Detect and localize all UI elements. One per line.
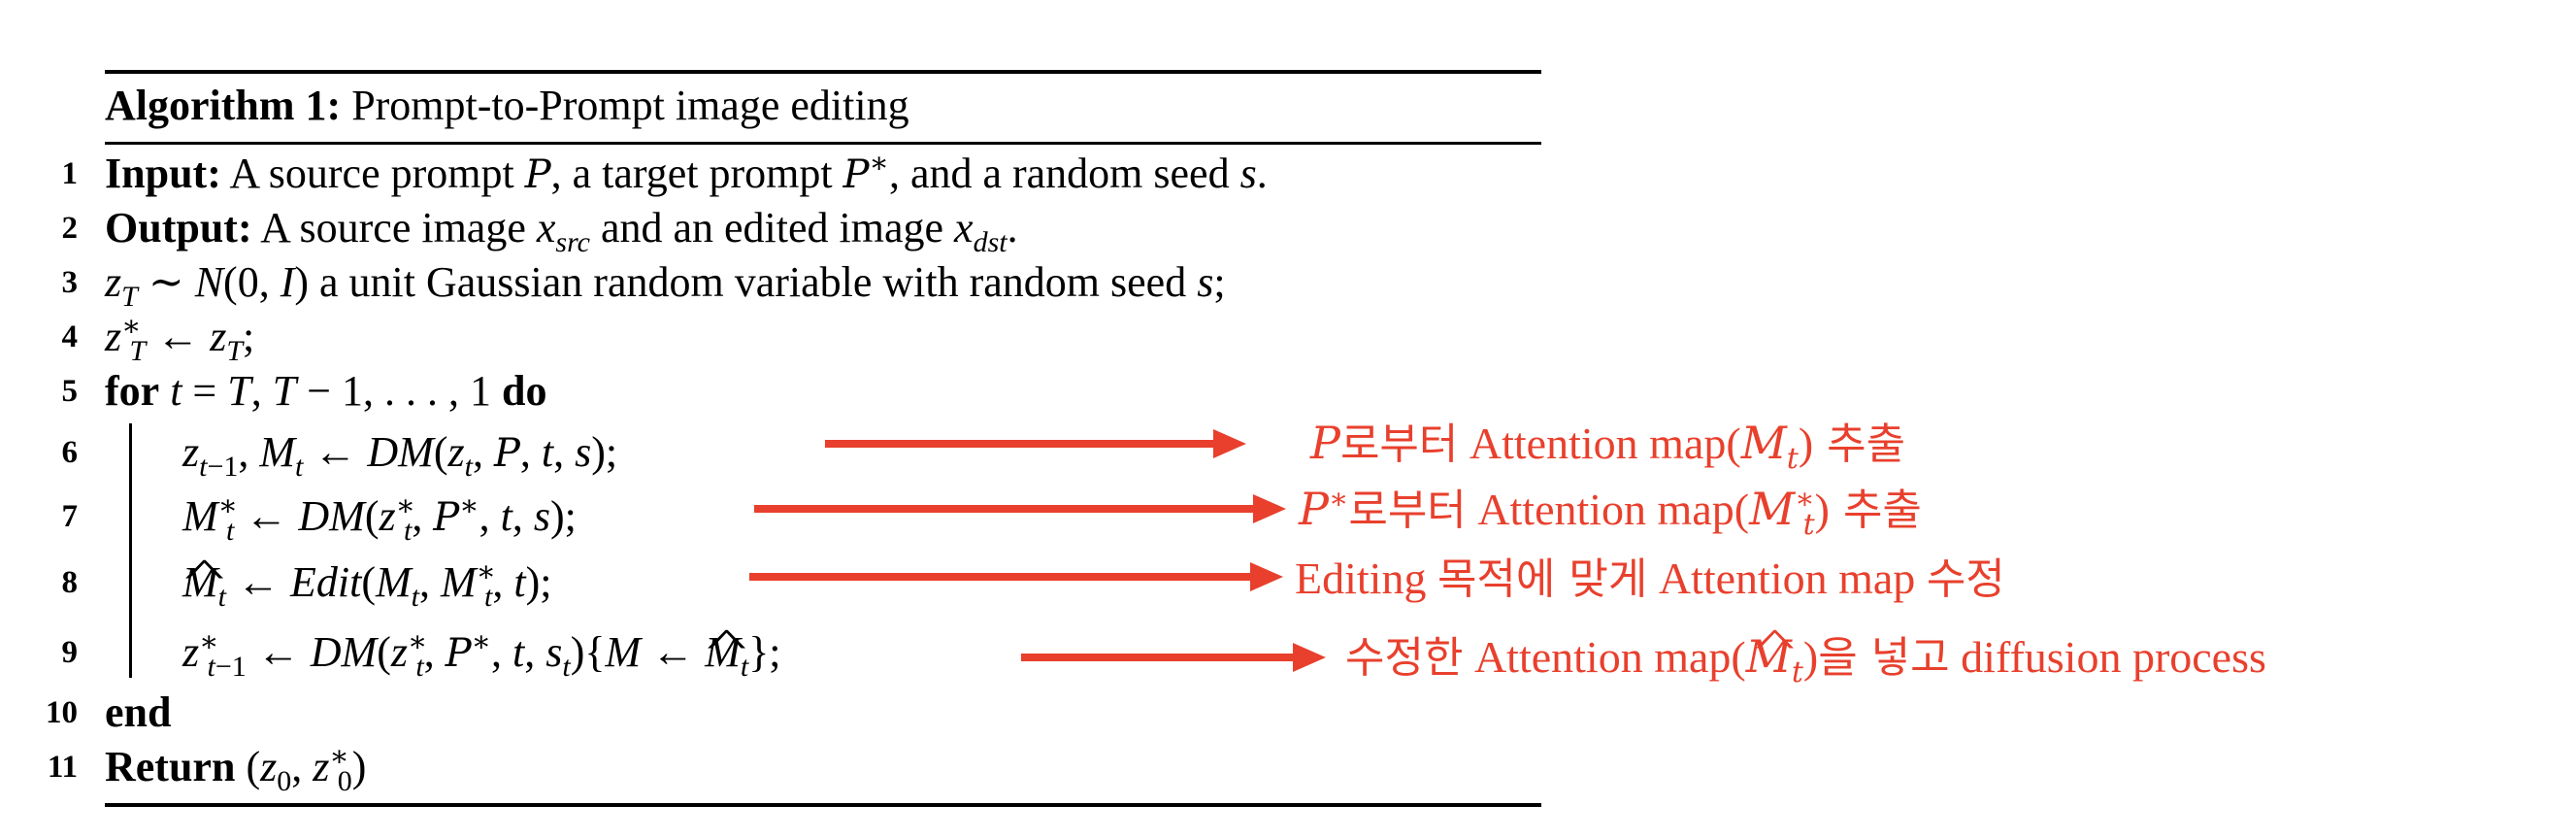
line-number: 1 <box>61 156 79 191</box>
caption-label: Algorithm 1: <box>105 82 342 129</box>
annotation-line-8: Editing 목적에 맞게 Attention map 수정 <box>1295 554 2005 604</box>
annotation-line-7: P∗로부터 Attention map(M∗t) 추출 <box>1299 482 1922 543</box>
algorithm-caption: Algorithm 1: Prompt-to-Prompt image edit… <box>105 74 909 138</box>
annotation-line-9: 수정한 Attention map(^ Mt)을 넣고 diffusion pro… <box>1345 621 2266 690</box>
keyword-return: Return <box>105 743 236 790</box>
line-number: 10 <box>46 695 78 730</box>
caption-title: Prompt-to-Prompt image editing <box>351 82 909 129</box>
line-number: 8 <box>61 565 79 600</box>
loop-indent-bar <box>129 423 132 678</box>
keyword-end: end <box>105 688 172 736</box>
line-number: 5 <box>61 374 79 409</box>
line-number: 11 <box>47 750 78 785</box>
keyword-for: for <box>105 367 160 415</box>
line-number: 9 <box>61 635 79 670</box>
line-number: 2 <box>61 211 79 246</box>
keyword-input: Input: <box>105 150 221 197</box>
bottom-rule <box>105 803 1541 807</box>
keyword-do: do <box>502 367 547 415</box>
line-number: 4 <box>61 319 79 354</box>
line-number: 7 <box>61 499 79 534</box>
caption-rule <box>105 142 1541 145</box>
line-number: 6 <box>61 435 79 470</box>
keyword-output: Output: <box>105 204 252 252</box>
annotation-line-6: P로부터 Attention map(Mt) 추출 <box>1310 417 1906 477</box>
line-number: 3 <box>61 265 79 300</box>
